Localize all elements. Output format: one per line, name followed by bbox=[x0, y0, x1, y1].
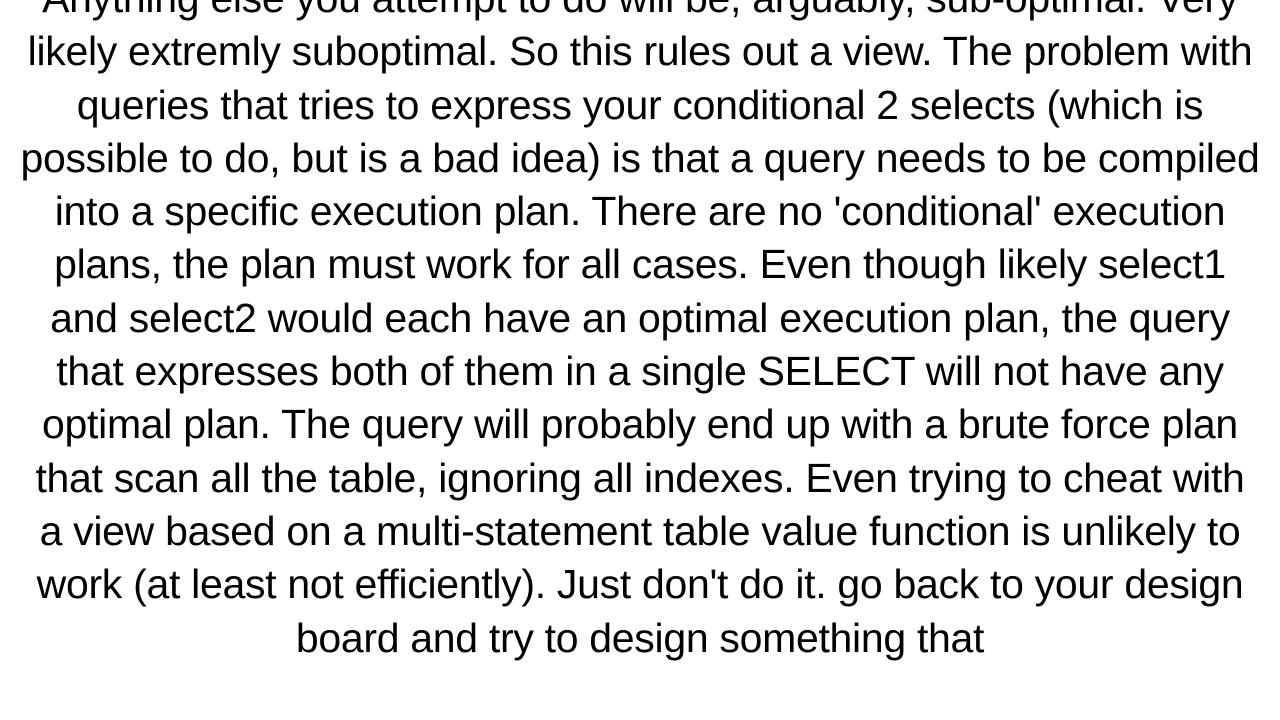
body-paragraph: Anything else you attempt to do will be,… bbox=[20, 0, 1260, 665]
document-content: Anything else you attempt to do will be,… bbox=[0, 0, 1280, 720]
